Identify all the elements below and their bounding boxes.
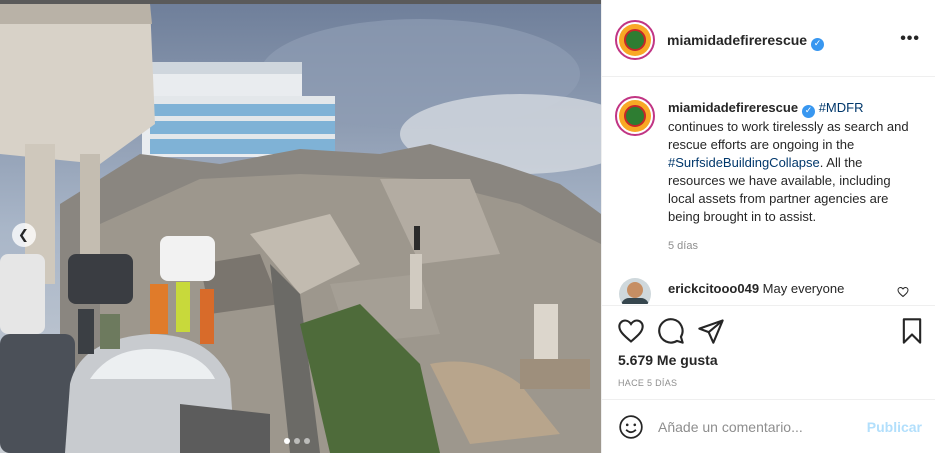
hashtag-mdfr[interactable]: #MDFR (819, 100, 864, 115)
caption-avatar[interactable] (615, 96, 655, 136)
caption-timestamp[interactable]: 5 días (668, 240, 698, 252)
emoji-smiley-icon[interactable] (618, 414, 644, 440)
comment-item: erickcitooo049 May everyone (602, 272, 935, 304)
post-header: miamidadefirerescue ✓ ••• (602, 4, 935, 77)
post-photo[interactable]: ❮ (0, 4, 601, 453)
carousel-dot (294, 438, 300, 444)
caption-username[interactable]: miamidadefirerescue (668, 100, 798, 115)
likes-count[interactable]: 5.679 Me gusta (618, 352, 718, 368)
post-sidebar: miamidadefirerescue ✓ ••• miamidadefirere… (601, 0, 935, 453)
caption-body-1: continues to work tirelessly as search a… (668, 119, 909, 152)
verified-badge-icon: ✓ (802, 105, 816, 118)
hashtag-surfside[interactable]: #SurfsideBuildingCollapse (668, 155, 820, 170)
mdfr-logo-icon (619, 100, 651, 132)
carousel-indicator (284, 438, 310, 444)
chevron-left-icon: ❮ (18, 227, 29, 243)
add-comment-bar: Publicar (602, 399, 935, 453)
like-heart-icon[interactable] (617, 317, 645, 345)
publish-button[interactable]: Publicar (867, 419, 922, 435)
commenter-username[interactable]: erickcitooo049 (668, 281, 759, 296)
save-bookmark-icon[interactable] (898, 317, 926, 345)
post-timestamp[interactable]: HACE 5 DÍAS (618, 378, 677, 388)
more-options-icon[interactable]: ••• (900, 30, 920, 48)
carousel-dot (284, 438, 290, 444)
comment-like-heart-icon[interactable] (897, 286, 909, 301)
carousel-prev-button[interactable]: ❮ (12, 223, 36, 247)
comment-bubble-icon[interactable] (657, 317, 685, 345)
caption-text: miamidadefirerescue ✓ #MDFR continues to … (668, 99, 918, 226)
commenter-avatar[interactable] (619, 278, 651, 304)
avatar[interactable] (615, 20, 655, 60)
comment-text: erickcitooo049 May everyone (668, 280, 888, 298)
verified-badge-icon: ✓ (811, 38, 825, 51)
rubble-scene-image (0, 4, 601, 453)
comment-body: May everyone (762, 281, 845, 296)
carousel-dot (304, 438, 310, 444)
share-paper-plane-icon[interactable] (697, 317, 725, 345)
mdfr-logo-icon (619, 24, 651, 56)
header-username[interactable]: miamidadefirerescue (667, 32, 807, 48)
action-section: 5.679 Me gusta HACE 5 DÍAS Publicar (602, 305, 935, 453)
comment-input[interactable] (658, 416, 858, 438)
